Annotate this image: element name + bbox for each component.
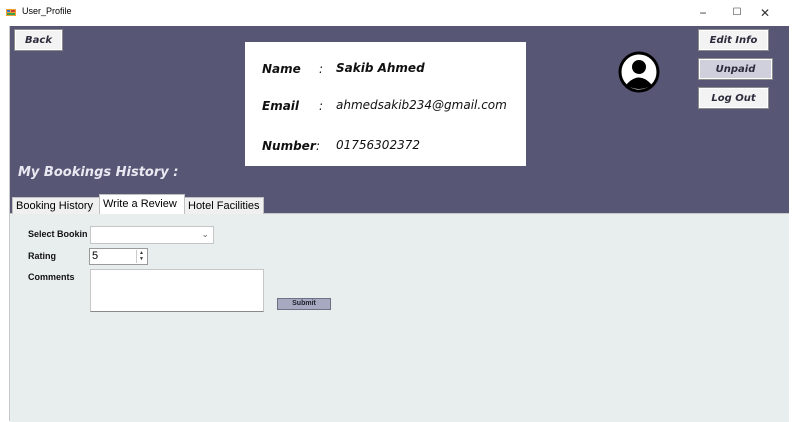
rating-value: 5: [92, 250, 99, 262]
app-icon: [5, 5, 17, 17]
window-title: User_Profile: [22, 6, 72, 16]
tab-write-a-review[interactable]: Write a Review: [99, 194, 185, 214]
rating-spin-buttons: ▲ ▼: [136, 250, 146, 263]
user-circle-icon: [617, 50, 661, 94]
maximize-button[interactable]: ☐: [724, 4, 750, 22]
unpaid-button[interactable]: Unpaid: [698, 58, 773, 80]
email-separator: :: [319, 99, 324, 113]
back-button[interactable]: Back: [14, 29, 63, 51]
name-label: Name: [262, 62, 301, 76]
name-value: Sakib Ahmed: [336, 61, 425, 75]
number-value: 01756302372: [336, 138, 420, 152]
spin-down-icon[interactable]: ▼: [137, 256, 146, 262]
window-title-bar: User_Profile − ☐ ✕: [0, 0, 790, 26]
booking-select[interactable]: ⌄: [90, 226, 214, 244]
email-label: Email: [262, 99, 300, 113]
rating-label: Rating: [28, 251, 56, 261]
comments-label: Comments: [28, 272, 75, 282]
review-tab-page: [10, 213, 789, 422]
name-separator: :: [319, 62, 324, 76]
number-separator: :: [316, 139, 321, 153]
chevron-down-icon: ⌄: [201, 229, 209, 239]
close-button[interactable]: ✕: [752, 4, 778, 22]
tab-booking-history[interactable]: Booking History: [12, 197, 100, 214]
logout-button[interactable]: Log Out: [698, 87, 769, 109]
submit-button[interactable]: Submit: [277, 298, 331, 310]
comments-textarea[interactable]: [90, 269, 264, 312]
number-label: Number: [262, 139, 316, 153]
select-booking-label: Select Bookin: [28, 229, 88, 239]
email-value: ahmedsakib234@gmail.com: [336, 98, 507, 112]
bookings-history-title: My Bookings History :: [18, 165, 179, 180]
edit-info-button[interactable]: Edit Info: [698, 29, 769, 51]
minimize-button[interactable]: −: [690, 4, 716, 22]
rating-stepper[interactable]: 5 ▲ ▼: [89, 248, 148, 265]
tab-hotel-facilities[interactable]: Hotel Facilities: [184, 197, 264, 214]
